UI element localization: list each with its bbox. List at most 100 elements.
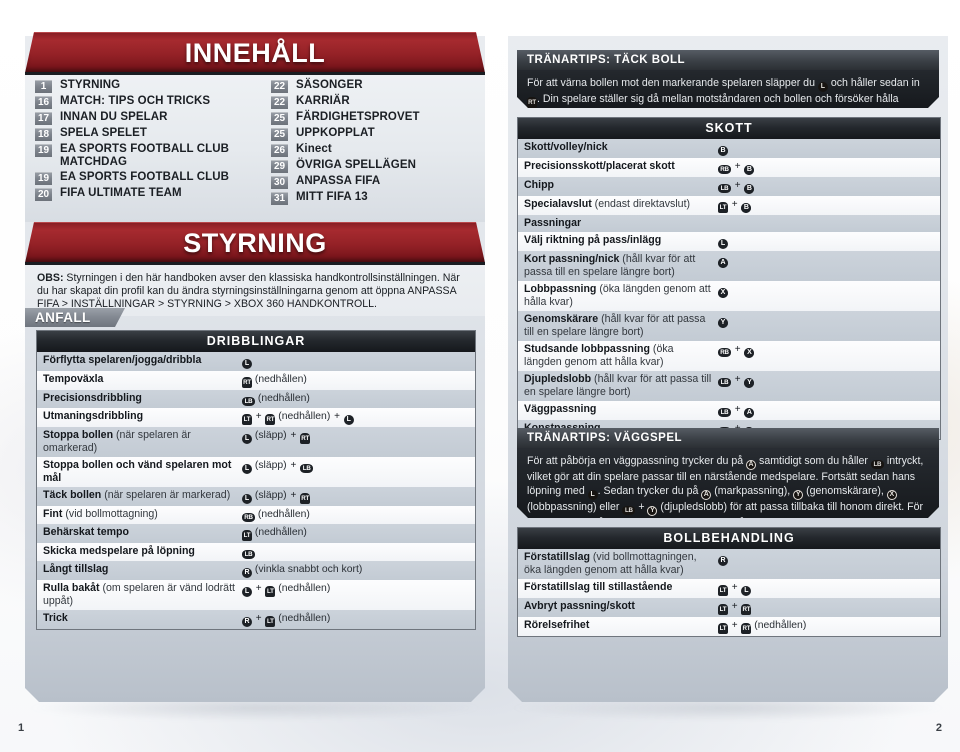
button-y-icon: Y bbox=[793, 490, 803, 500]
toc-item-label: UPPKOPPLAT bbox=[296, 127, 375, 139]
stick-l-icon: L bbox=[242, 587, 252, 597]
toc-item[interactable]: 19 EA SPORTS FOOTBALL CLUB MATCHDAG bbox=[35, 143, 255, 169]
toc-item[interactable]: 31 MITT FIFA 13 bbox=[271, 191, 485, 205]
toc-item-label: FIFA ULTIMATE TEAM bbox=[60, 187, 182, 199]
control-label-main: Välj riktning på pass/inlägg bbox=[524, 234, 662, 246]
control-label: Skicka medspelare på löpning bbox=[43, 545, 238, 558]
control-buttons: LB + B bbox=[714, 179, 934, 194]
toc-label-wrap: SÄSONGER bbox=[296, 79, 363, 92]
toc-item[interactable]: 1 STYRNING bbox=[35, 79, 255, 93]
toc-item[interactable]: 18 SPELA SPELET bbox=[35, 127, 255, 141]
trigger-lt-icon: LT bbox=[718, 585, 728, 596]
control-buttons: RB + X bbox=[714, 343, 934, 358]
control-label-main: Skicka medspelare på löpning bbox=[43, 545, 195, 557]
button-y-icon: Y bbox=[718, 318, 728, 328]
table-row: Stoppa bollen (när spelaren är omarkerad… bbox=[37, 427, 475, 457]
stick-r-icon: R bbox=[242, 617, 252, 627]
table-dribblingar: DRIBBLINGAR Förflytta spelaren/jogga/dri… bbox=[36, 330, 476, 630]
control-buttons: R (vinkla snabbt och kort) bbox=[238, 563, 469, 578]
bumper-rb-icon: RB bbox=[242, 513, 255, 522]
control-label-main: Förflytta spelaren/jogga/dribbla bbox=[43, 354, 202, 366]
control-buttons: L (släpp) + RT bbox=[238, 429, 469, 444]
button-x-icon: X bbox=[744, 348, 755, 358]
control-label-main: Stoppa bollen bbox=[43, 429, 114, 441]
control-label: Stoppa bollen (när spelaren är omarkerad… bbox=[43, 429, 238, 455]
control-label-main: Passningar bbox=[524, 217, 582, 229]
button-note-text: (nedhållen) bbox=[255, 393, 310, 404]
table-row: Väggpassning LB + A bbox=[518, 401, 940, 420]
control-label-main: Kort passning/nick bbox=[524, 253, 620, 265]
button-a-icon: A bbox=[746, 460, 756, 470]
plus-separator: + bbox=[253, 583, 265, 594]
toc-item[interactable]: 19 EA SPORTS FOOTBALL CLUB bbox=[35, 171, 255, 185]
tip-text: . Sedan trycker du på bbox=[597, 485, 702, 497]
toc-item[interactable]: 30 ANPASSA FIFA bbox=[271, 175, 485, 189]
button-a-icon: A bbox=[701, 490, 711, 500]
stick-l-icon: L bbox=[242, 464, 252, 474]
toc-item[interactable]: 17 INNAN DU SPELAR bbox=[35, 111, 255, 125]
toc-item[interactable]: 26 Kinect bbox=[271, 143, 485, 157]
toc-item[interactable]: 25 FÄRDIGHETSPROVET bbox=[271, 111, 485, 125]
control-buttons: LB + A bbox=[714, 403, 934, 418]
plus-separator: + bbox=[729, 620, 741, 631]
button-note-text: (släpp) bbox=[252, 430, 290, 441]
control-label-main: Förstatillslag bbox=[524, 551, 590, 563]
toc-item[interactable]: 20 FIFA ULTIMATE TEAM bbox=[35, 187, 255, 201]
table-skott-header: SKOTT bbox=[518, 118, 940, 139]
control-buttons: LT + RT bbox=[714, 600, 934, 615]
toc-item-label: INNAN DU SPELAR bbox=[60, 111, 168, 123]
table-row: Studsande lobbpassning (öka längden geno… bbox=[518, 341, 940, 371]
table-row: Rulla bakåt (om spelaren är vänd lodrätt… bbox=[37, 580, 475, 610]
bumper-lb-icon: LB bbox=[718, 184, 731, 193]
table-row: Lobbpassning (öka längden genom att håll… bbox=[518, 281, 940, 311]
toc-item-label: SÄSONGER bbox=[296, 79, 363, 91]
control-buttons: LB bbox=[238, 545, 469, 559]
page-number-left: 1 bbox=[18, 722, 25, 734]
control-label: Fint (vid bollmottagning) bbox=[43, 508, 238, 521]
control-label-main: Väggpassning bbox=[524, 403, 597, 415]
bumper-lb-icon: LB bbox=[718, 378, 731, 387]
toc-page-number: 25 bbox=[271, 112, 288, 125]
table-row: Avbryt passning/skott LT + RT bbox=[518, 598, 940, 617]
tip-text: (genomskärare), bbox=[803, 485, 887, 497]
toc-column-left: 1 STYRNING 16 MATCH: TIPS OCH TRICKS 17 INNAN… bbox=[25, 79, 255, 222]
table-row: Utmaningsdribbling LT + RT (nedhållen) + … bbox=[37, 408, 475, 427]
obs-text: Styrningen i den här handboken avser den… bbox=[37, 272, 460, 311]
table-row: Rörelsefrihet LT + RT (nedhållen) bbox=[518, 617, 940, 636]
toc-item[interactable]: 16 MATCH: TIPS OCH TRICKS bbox=[35, 95, 255, 109]
control-label-main: Djupledslobb bbox=[524, 373, 592, 385]
control-label: Rörelsefrihet bbox=[524, 619, 714, 632]
stick-l-icon: L bbox=[741, 586, 752, 596]
table-row: Skicka medspelare på löpning LB bbox=[37, 543, 475, 561]
toc-page-number: 29 bbox=[271, 160, 288, 173]
toc-item-label: MATCH: TIPS OCH TRICKS bbox=[60, 95, 211, 107]
toc-label-wrap: ÖVRIGA SPELLÄGEN bbox=[296, 159, 416, 172]
control-label-main: Rörelsefrihet bbox=[524, 619, 590, 631]
toc-page-number: 1 bbox=[35, 80, 52, 93]
plus-separator: + bbox=[729, 199, 741, 210]
toc-label-wrap: Kinect bbox=[296, 143, 332, 156]
control-label: Lobbpassning (öka längden genom att håll… bbox=[524, 283, 714, 309]
toc-item[interactable]: 22 SÄSONGER bbox=[271, 79, 485, 93]
toc-item[interactable]: 25 UPPKOPPLAT bbox=[271, 127, 485, 141]
trigger-lt-icon: LT bbox=[718, 202, 728, 213]
stick-l-icon: L bbox=[242, 434, 252, 444]
control-label-main: Specialavslut bbox=[524, 198, 592, 210]
trigger-lt-icon: LT bbox=[718, 604, 728, 615]
bumper-rb-icon: RB bbox=[718, 165, 731, 174]
plus-separator: + bbox=[290, 430, 300, 441]
table-bollbehandling-body: Förstatillslag (vid bollmottagningen, ök… bbox=[518, 549, 940, 636]
control-label-note: (när spelaren är markerad) bbox=[101, 489, 231, 501]
toc-item[interactable]: 22 KARRIÄR bbox=[271, 95, 485, 109]
control-label-main: Chipp bbox=[524, 179, 555, 191]
table-dribblingar-header: DRIBBLINGAR bbox=[37, 331, 475, 352]
tip-text: För att värna bollen mot den markerande … bbox=[527, 77, 818, 89]
control-label-main: Precisionsskott/placerat skott bbox=[524, 160, 675, 172]
control-label: Utmaningsdribbling bbox=[43, 410, 238, 423]
plus-separator: + bbox=[334, 411, 343, 422]
table-bollbehandling-header: BOLLBEHANDLING bbox=[518, 528, 940, 549]
toc-label-wrap: EA SPORTS FOOTBALL CLUB bbox=[60, 171, 229, 184]
control-buttons: LT + RT (nedhållen) + L bbox=[238, 410, 469, 425]
toc-item[interactable]: 29 ÖVRIGA SPELLÄGEN bbox=[271, 159, 485, 173]
button-note-text: (nedhållen) bbox=[252, 527, 307, 538]
